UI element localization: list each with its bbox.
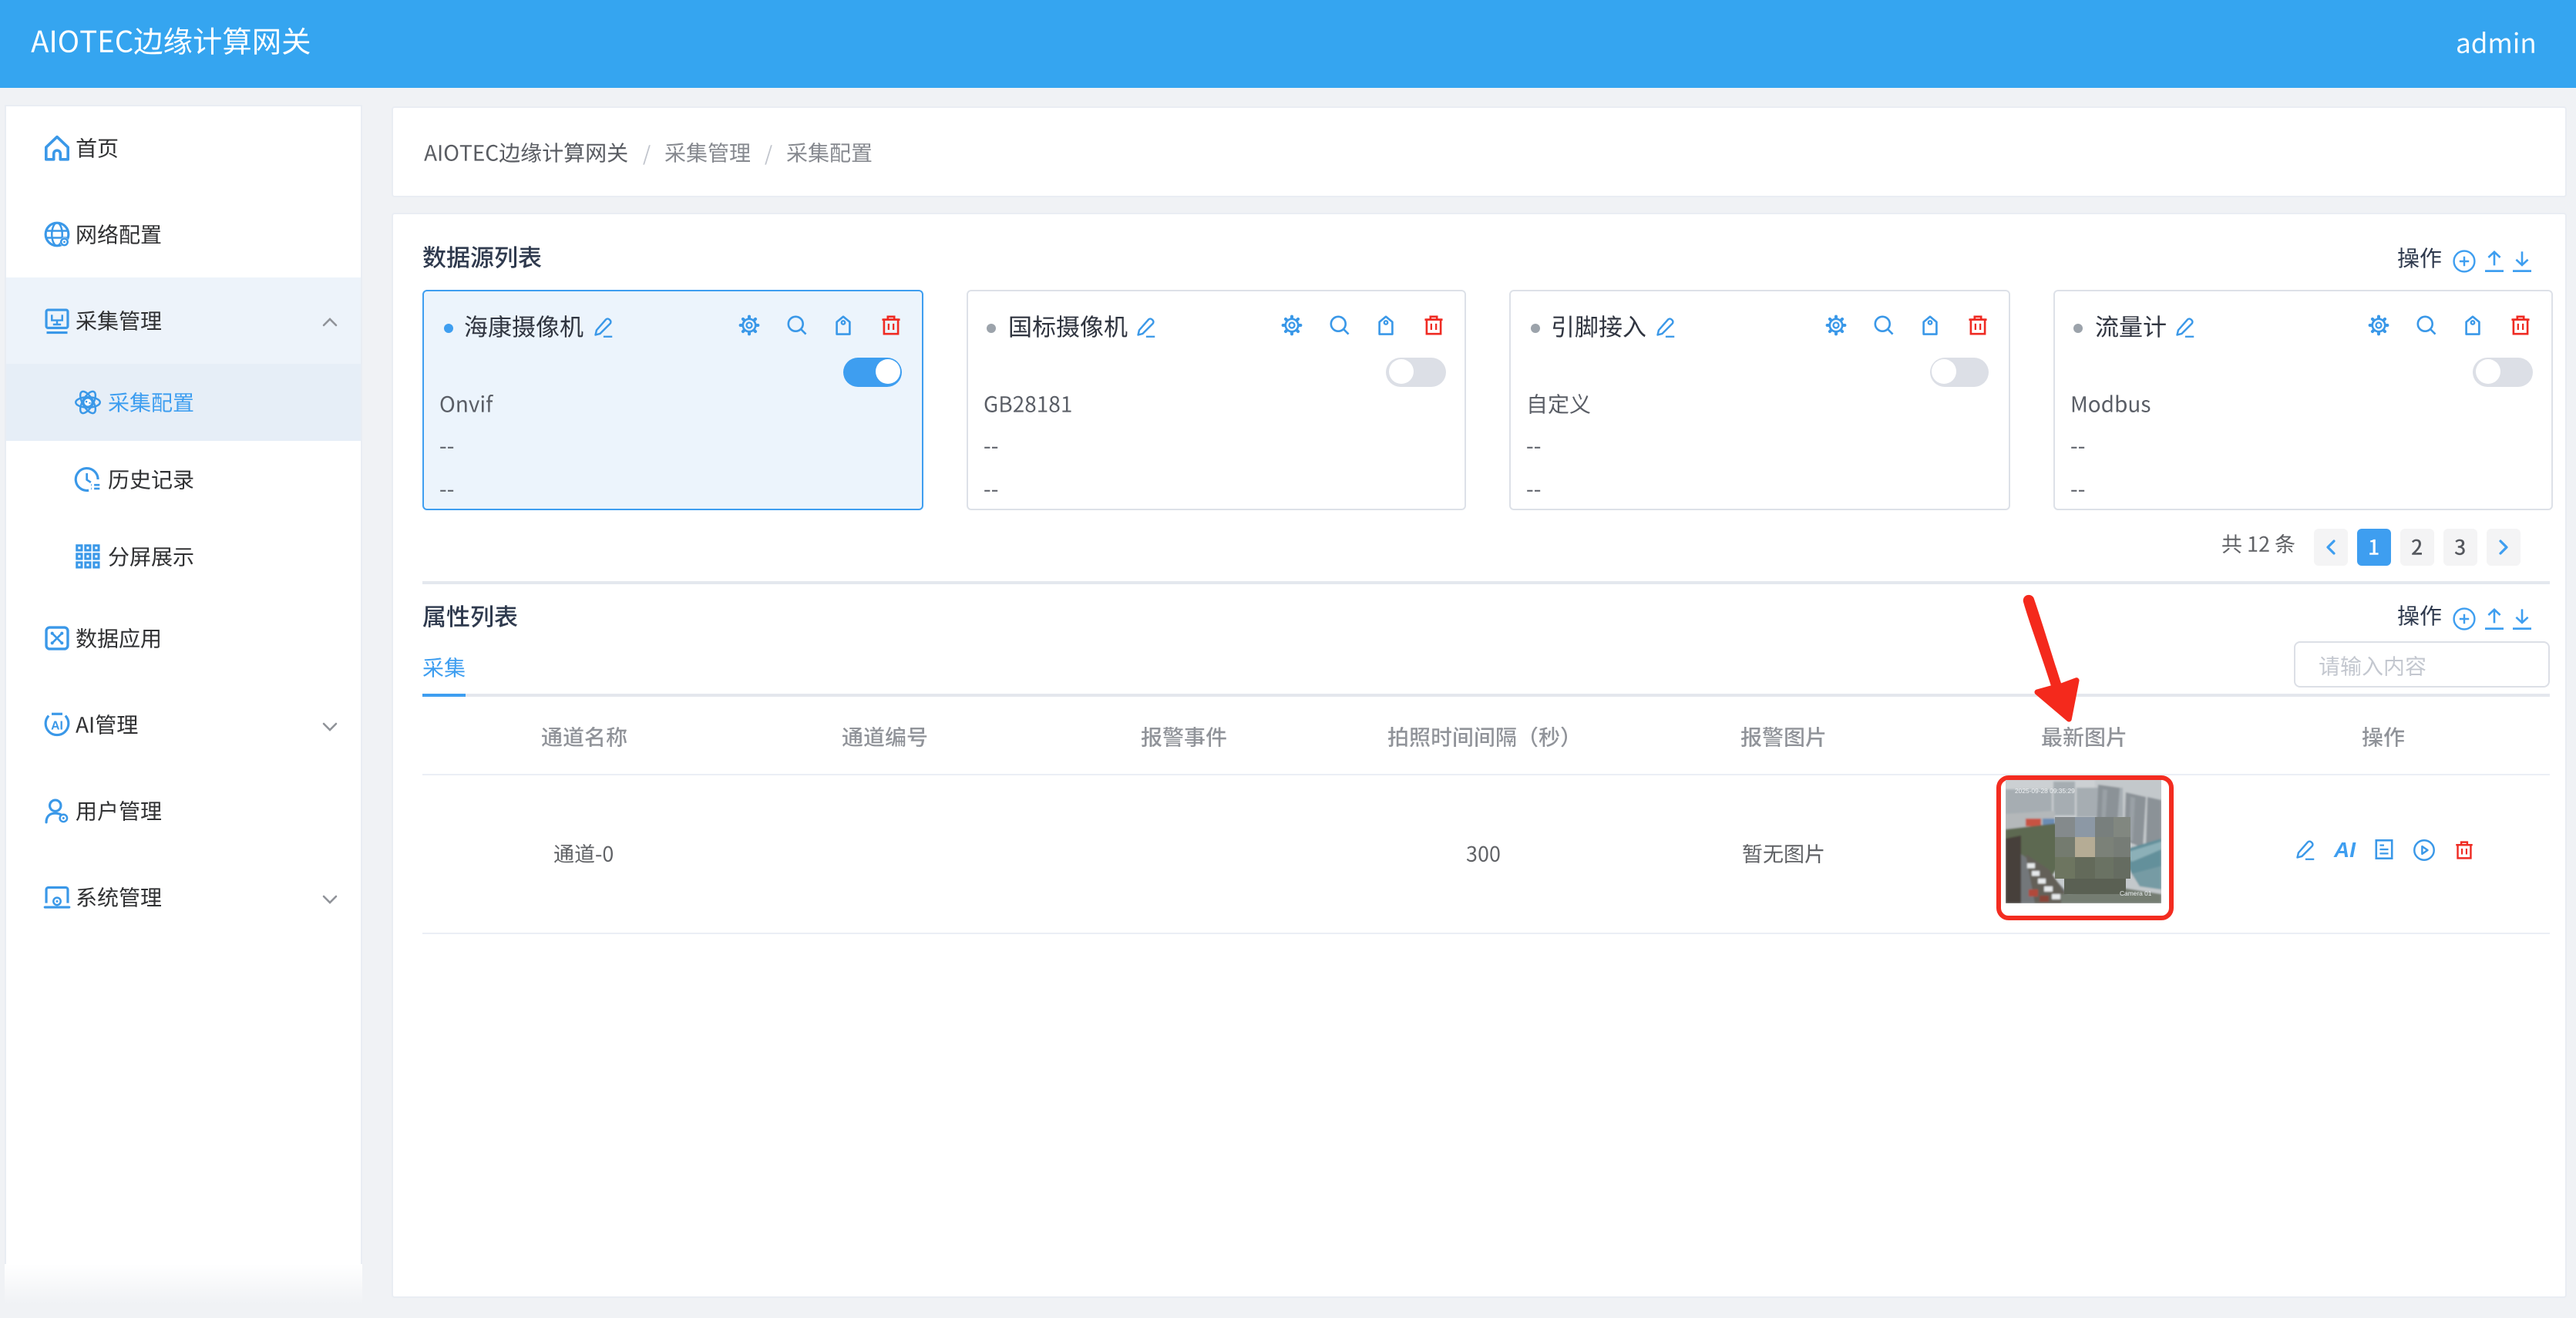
svg-text:Camera 01: Camera 01 [2119, 889, 2151, 897]
svg-text:2025-09-28 09:35:29: 2025-09-28 09:35:29 [2014, 787, 2074, 795]
svg-text:AI: AI [52, 719, 64, 732]
